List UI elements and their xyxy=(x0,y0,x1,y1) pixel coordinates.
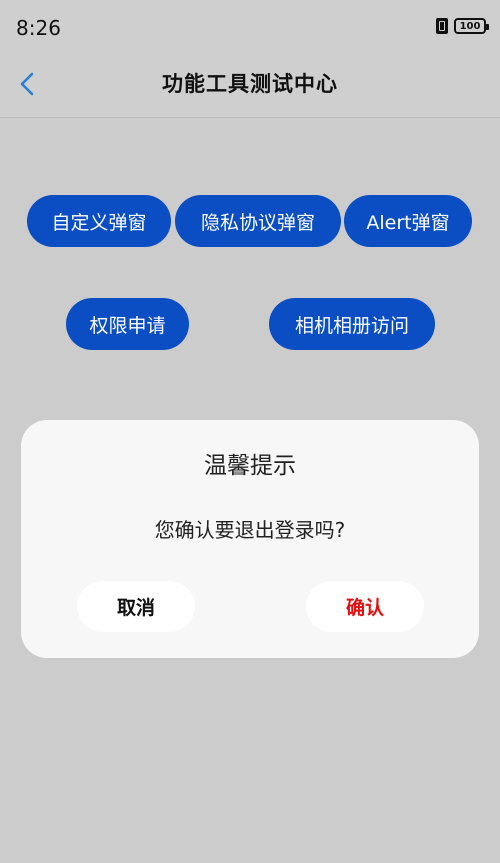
sim-card-icon xyxy=(436,18,448,34)
privacy-dialog-button[interactable]: 隐私协议弹窗 xyxy=(175,195,341,247)
status-time: 8:26 xyxy=(16,16,61,40)
confirm-button[interactable]: 确认 xyxy=(306,581,424,632)
permission-request-button[interactable]: 权限申请 xyxy=(66,298,189,350)
camera-album-button[interactable]: 相机相册访问 xyxy=(269,298,435,350)
navigation-bar: 功能工具测试中心 xyxy=(0,54,500,118)
battery-level: 100 xyxy=(459,20,481,32)
page-title: 功能工具测试中心 xyxy=(162,72,338,96)
dialog-message: 您确认要退出登录吗? xyxy=(154,518,346,542)
alert-dialog-button[interactable]: Alert弹窗 xyxy=(344,195,472,247)
app-screen: 8:26 100 功能工具测试中心 自定义弹窗 隐私协议弹窗 Alert弹窗 权… xyxy=(0,0,500,863)
cancel-button[interactable]: 取消 xyxy=(77,581,195,632)
custom-dialog-button[interactable]: 自定义弹窗 xyxy=(27,195,171,247)
status-bar: 8:26 100 xyxy=(0,0,500,54)
battery-icon: 100 xyxy=(454,18,489,34)
logout-confirm-dialog: 温馨提示 您确认要退出登录吗? 取消 确认 xyxy=(21,420,479,658)
dialog-title: 温馨提示 xyxy=(204,453,296,479)
status-indicators: 100 xyxy=(436,18,489,34)
